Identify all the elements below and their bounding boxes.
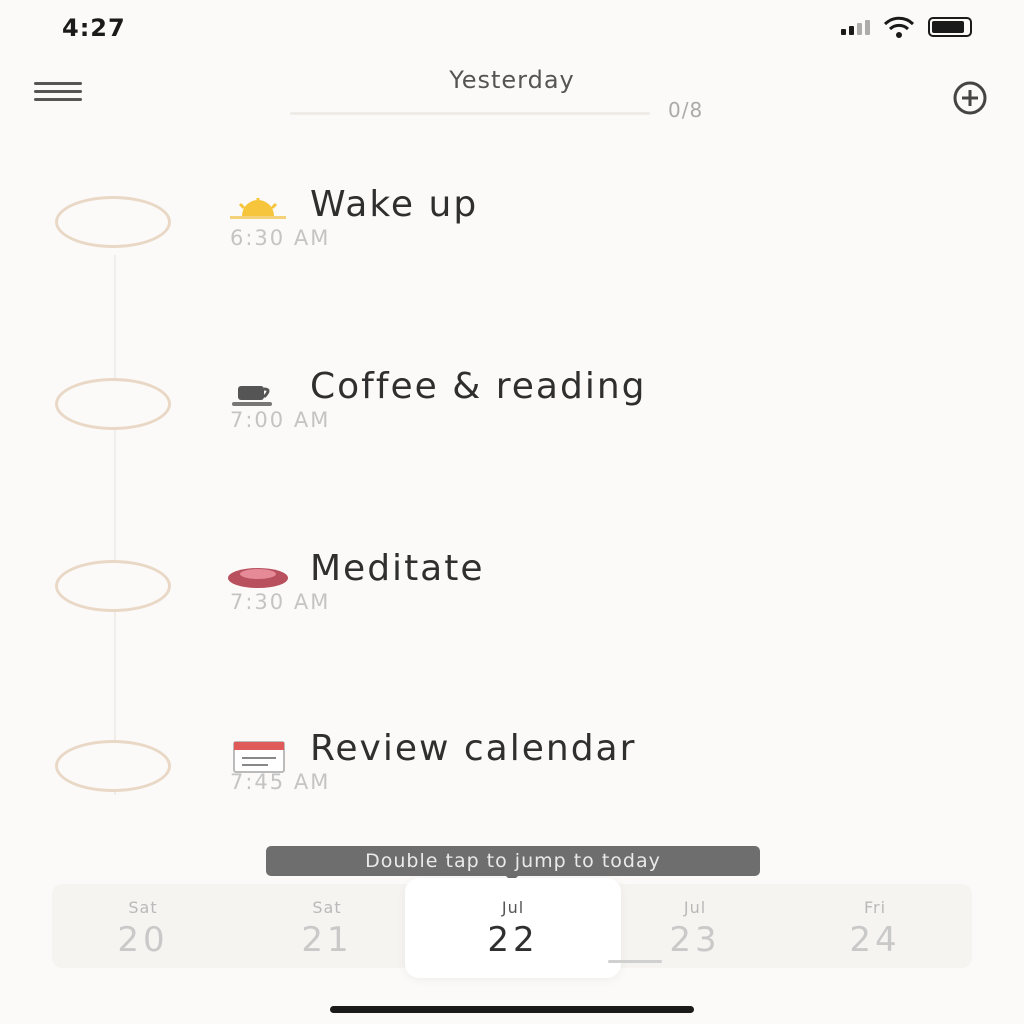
jump-to-today-tooltip: Double tap to jump to today [266, 846, 760, 882]
day-number: 21 [301, 920, 353, 960]
day-number: 20 [117, 920, 169, 960]
day-weekday: Sat [312, 898, 342, 917]
day-weekday: Jul [501, 898, 525, 917]
habit-check-circle[interactable] [55, 378, 171, 430]
day-weekday: Fri [863, 898, 887, 917]
habit-time: 7:00 AM [230, 408, 331, 432]
progress-bar [290, 112, 650, 115]
status-time: 4:27 [62, 14, 126, 42]
habit-check-circle[interactable] [55, 196, 171, 248]
day-item[interactable]: Jul 23 [620, 884, 770, 968]
habit-row[interactable]: Wake up 6:30 AM [0, 184, 1024, 306]
battery-icon [928, 17, 972, 37]
day-strip[interactable]: Sat 20 Sat 21 Jul 22 Jul 23 Fri 24 [52, 878, 972, 978]
header: Yesterday 0/8 [0, 60, 1024, 130]
status-bar: 4:27 [0, 0, 1024, 60]
add-circle-icon [953, 81, 987, 115]
today-indicator [608, 960, 662, 963]
habit-row[interactable]: Review calendar 7:45 AM [0, 728, 1024, 850]
day-weekday: Sat [128, 898, 158, 917]
day-number: 22 [487, 920, 539, 960]
day-item[interactable]: Fri 24 [800, 884, 950, 968]
habit-row[interactable]: Meditate 7:30 AM [0, 548, 1024, 670]
day-number: 23 [669, 920, 721, 960]
day-weekday: Jul [683, 898, 707, 917]
wifi-icon [884, 16, 914, 38]
habit-name: Wake up [310, 184, 479, 225]
habit-name: Meditate [310, 548, 485, 589]
progress-count: 0/8 [668, 98, 704, 122]
day-number: 24 [849, 920, 901, 960]
habit-name: Coffee & reading [310, 366, 647, 407]
habit-check-circle[interactable] [55, 740, 171, 792]
cellular-signal-icon [841, 19, 870, 35]
habit-name: Review calendar [310, 728, 637, 769]
day-item[interactable]: Sat 21 [252, 884, 402, 968]
habit-time: 6:30 AM [230, 226, 331, 250]
day-item[interactable]: Sat 20 [68, 884, 218, 968]
home-indicator [330, 1006, 694, 1013]
habit-check-circle[interactable] [55, 560, 171, 612]
habit-row[interactable]: Coffee & reading 7:00 AM [0, 366, 1024, 488]
habit-time: 7:45 AM [230, 770, 331, 794]
page-title: Yesterday [449, 66, 575, 94]
day-item-selected[interactable]: Jul 22 [405, 878, 621, 978]
status-icons [841, 16, 972, 38]
add-habit-button[interactable] [950, 78, 990, 118]
timeline-line [114, 255, 116, 795]
habit-time: 7:30 AM [230, 590, 331, 614]
